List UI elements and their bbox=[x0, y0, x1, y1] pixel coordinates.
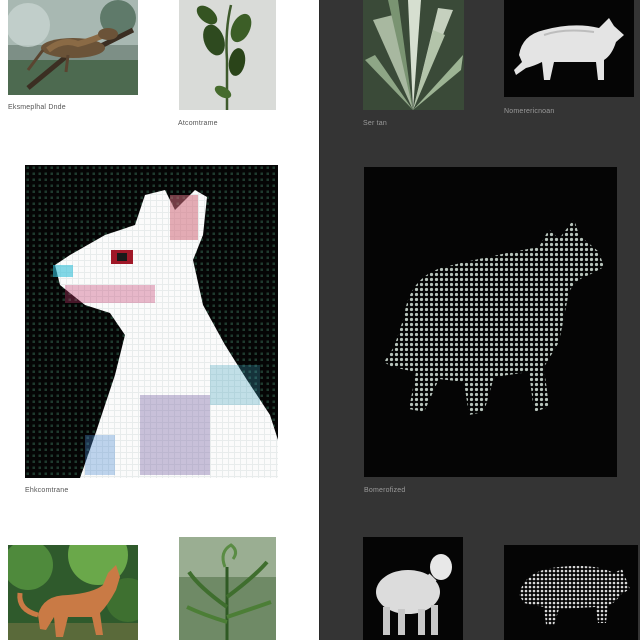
fox-in-jungle-image bbox=[8, 545, 138, 640]
dotted-bear-caption: Bomerofized bbox=[364, 487, 406, 494]
white-hyena-sculpture-image bbox=[504, 0, 634, 97]
agave-tile[interactable] bbox=[363, 0, 464, 110]
lizard-caption: Eksmeplhal Dnde bbox=[8, 104, 66, 111]
fern-plant-image bbox=[179, 537, 276, 640]
hyena-sculpture-caption: Nomerericnoan bbox=[504, 108, 555, 115]
pixel-llama-artwork bbox=[25, 165, 278, 478]
fern-plant-tile[interactable] bbox=[179, 537, 276, 640]
left-gallery-panel: Eksmeplhal Dnde Atcomtrame Ehkcomtrane bbox=[0, 0, 320, 640]
sheep-sculpture-tile[interactable] bbox=[363, 537, 463, 640]
white-sheep-sculpture-image bbox=[363, 537, 463, 640]
lizard-photo-tile[interactable] bbox=[8, 0, 138, 95]
agave-caption: Ser tan bbox=[363, 120, 387, 127]
plant-sprout-tile[interactable] bbox=[179, 0, 276, 110]
agave-leaves-image bbox=[363, 0, 464, 110]
plant-sprout-image bbox=[179, 0, 276, 110]
fox-jungle-tile[interactable] bbox=[8, 545, 138, 640]
dotted-bear-tile[interactable] bbox=[364, 167, 617, 477]
dotted-bear-artwork bbox=[364, 167, 617, 477]
right-gallery-panel: Ser tan Nomerericnoan Bomerofized bbox=[320, 0, 640, 640]
dotted-pig-tile[interactable] bbox=[504, 545, 638, 640]
pixel-llama-tile[interactable] bbox=[25, 165, 278, 478]
dotted-pig-artwork bbox=[504, 545, 638, 640]
hyena-sculpture-tile[interactable] bbox=[504, 0, 634, 97]
pixel-llama-caption: Ehkcomtrane bbox=[25, 487, 69, 494]
lizard-on-branch-image bbox=[8, 0, 138, 95]
plant-sprout-caption: Atcomtrame bbox=[178, 120, 218, 127]
